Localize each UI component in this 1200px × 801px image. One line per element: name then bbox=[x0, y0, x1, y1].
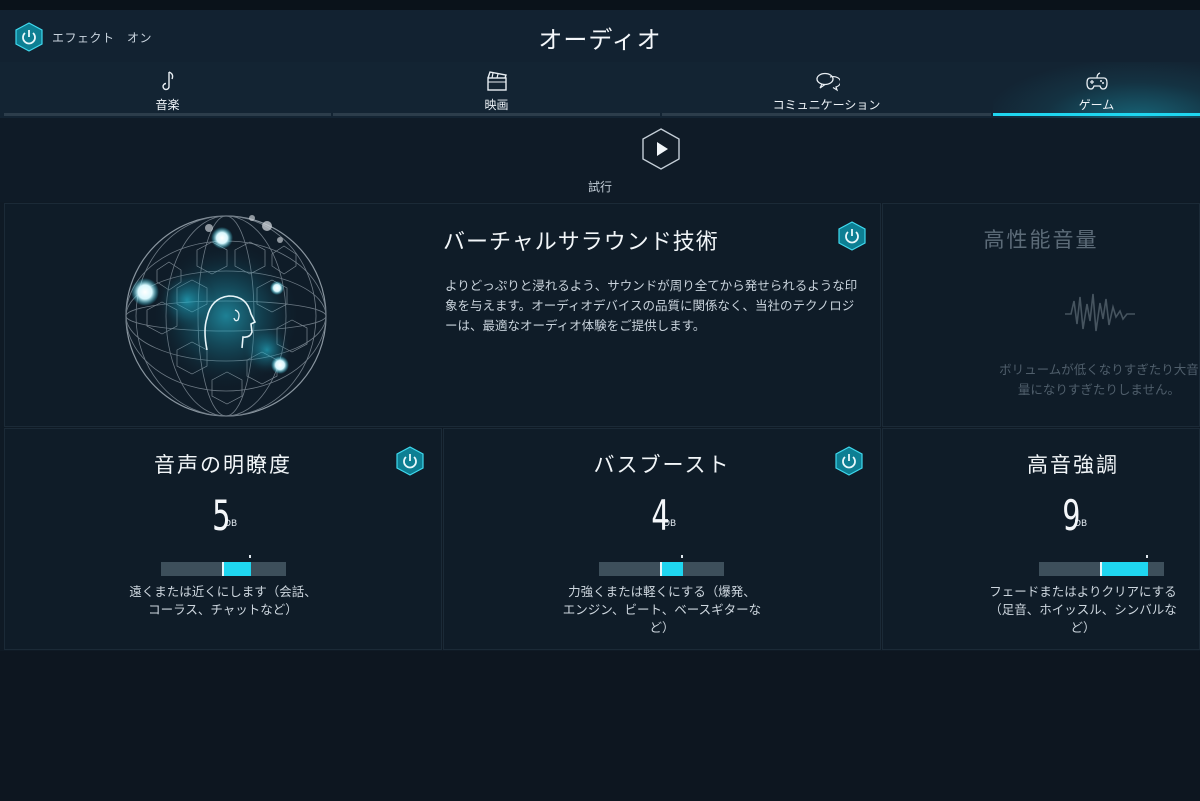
chat-bubbles-icon bbox=[815, 72, 840, 92]
tab-communication-underline bbox=[662, 113, 991, 116]
volume-description: ボリュームが低くなりすぎたり大音量になりすぎたりしません。 bbox=[999, 362, 1199, 397]
trial-area: 試行 bbox=[0, 118, 1200, 202]
play-button[interactable] bbox=[642, 128, 680, 170]
slider-value-tick bbox=[249, 555, 251, 558]
surround-power-toggle[interactable] bbox=[837, 221, 867, 251]
tab-communication[interactable]: コミュニケーション bbox=[662, 62, 991, 118]
voice-clarity-panel: 音声の明瞭度 5DB 遠くまたは近くにします（会話、 コーラス、チャットなど） bbox=[4, 428, 442, 650]
treble-title: 高音強調 bbox=[1027, 453, 1119, 477]
bass-boost-desc-line2: エンジン、ビート、ベースギターな bbox=[562, 602, 762, 617]
voice-clarity-title: 音声の明瞭度 bbox=[154, 453, 292, 477]
bass-boost-title: バスブースト bbox=[593, 453, 731, 477]
voice-clarity-description: 遠くまたは近くにします（会話、 コーラス、チャットなど） bbox=[5, 583, 441, 619]
bass-boost-panel: バスブースト 4DB 力強くまたは軽くにする（爆発、 エンジン、ビート、ベースギ… bbox=[443, 428, 881, 650]
treble-desc-line1: フェードまたはよりクリアにする bbox=[989, 584, 1177, 599]
slider-center-mark bbox=[660, 562, 662, 576]
voice-clarity-number: 5 bbox=[212, 491, 230, 540]
voice-clarity-slider[interactable] bbox=[161, 555, 286, 576]
bass-boost-desc-line1: 力強くまたは軽くにする（爆発、 bbox=[568, 584, 756, 599]
empty-footer-area bbox=[0, 651, 1200, 801]
tab-movie-underline bbox=[333, 113, 660, 116]
treble-number: 9 bbox=[1062, 491, 1080, 540]
tab-music-underline bbox=[4, 113, 331, 116]
header: エフェクト オン オーディオ bbox=[0, 0, 1200, 68]
treble-description: フェードまたはよりクリアにする （足音、ホイッスル、シンバルな ど） bbox=[983, 583, 1183, 637]
tab-game-label: ゲーム bbox=[1078, 98, 1115, 112]
treble-desc-line2: （足音、ホイッスル、シンバルな bbox=[989, 602, 1177, 617]
slider-fill bbox=[1100, 562, 1148, 576]
bass-boost-description: 力強くまたは軽くにする（爆発、 エンジン、ビート、ベースギターな ど） bbox=[444, 583, 880, 637]
audio-app: エフェクト オン オーディオ 音楽 映画 コミュニケーション ゲーム 試行 バー… bbox=[0, 0, 1200, 801]
voice-clarity-desc-line1: 遠くまたは近くにします（会話、 bbox=[129, 584, 317, 599]
music-note-icon bbox=[161, 71, 173, 91]
mode-tabs: 音楽 映画 コミュニケーション ゲーム bbox=[0, 62, 1200, 118]
clapperboard-icon bbox=[486, 71, 507, 91]
tab-music[interactable]: 音楽 bbox=[4, 62, 331, 118]
surround-sphere-illustration bbox=[125, 215, 327, 417]
waveform-icon bbox=[1065, 293, 1135, 332]
tab-movie[interactable]: 映画 bbox=[333, 62, 660, 118]
slider-center-mark bbox=[222, 562, 224, 576]
title-strip bbox=[0, 0, 1200, 10]
slider-center-mark bbox=[1100, 562, 1102, 576]
slider-value-tick bbox=[1146, 555, 1148, 558]
treble-panel: 高音強調 9DB フェードまたはよりクリアにする （足音、ホイッスル、シンバルな… bbox=[882, 428, 1200, 650]
surround-panel: バーチャルサラウンド技術 よりどっぷりと浸れるよう、サウンドが周り全てから発せら… bbox=[4, 203, 881, 427]
slider-fill bbox=[222, 562, 251, 576]
tab-game-underline bbox=[993, 113, 1200, 116]
tab-music-label: 音楽 bbox=[155, 98, 180, 112]
surround-title: バーチャルサラウンド技術 bbox=[443, 230, 719, 255]
volume-panel: 高性能音量 ボリュームが低くなりすぎたり大音量になりすぎたりしません。 bbox=[882, 203, 1200, 427]
treble-desc-line3: ど） bbox=[1070, 620, 1096, 635]
voice-clarity-value: 5DB bbox=[5, 491, 441, 540]
voice-clarity-desc-line2: コーラス、チャットなど） bbox=[148, 602, 298, 617]
treble-slider[interactable] bbox=[1039, 555, 1164, 576]
slider-fill bbox=[660, 562, 683, 576]
tab-game[interactable]: ゲーム bbox=[993, 62, 1200, 118]
bass-boost-power-toggle[interactable] bbox=[834, 446, 864, 476]
bass-boost-slider[interactable] bbox=[599, 555, 724, 576]
page-title: オーディオ bbox=[538, 26, 662, 54]
tab-communication-label: コミュニケーション bbox=[772, 98, 881, 112]
bass-boost-desc-line3: ど） bbox=[649, 620, 675, 635]
slider-value-tick bbox=[681, 555, 683, 558]
bass-boost-number: 4 bbox=[651, 491, 669, 540]
volume-title: 高性能音量 bbox=[983, 228, 1099, 252]
bass-boost-value: 4DB bbox=[444, 491, 880, 540]
surround-description: よりどっぷりと浸れるよう、サウンドが周り全てから発せられるような印象を与えます。… bbox=[445, 278, 858, 333]
gamepad-icon bbox=[1085, 72, 1108, 90]
voice-clarity-power-toggle[interactable] bbox=[395, 446, 425, 476]
tab-movie-label: 映画 bbox=[484, 98, 509, 112]
treble-value: 9DB bbox=[963, 491, 1183, 540]
trial-label: 試行 bbox=[587, 180, 612, 194]
